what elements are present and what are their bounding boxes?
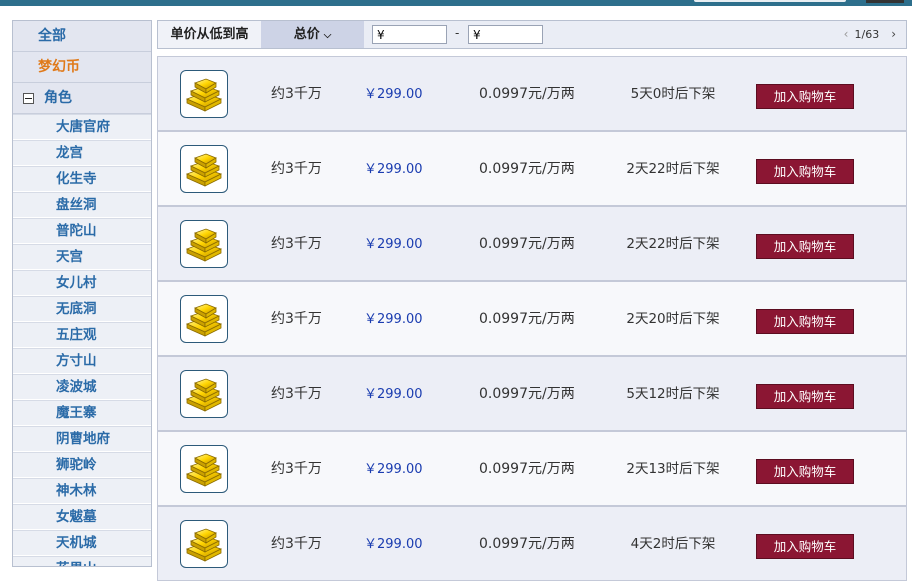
listing-price: ￥299.00	[364, 537, 423, 552]
listing-time-left: 5天0时后下架	[630, 86, 716, 102]
listing-row: 约3千万 ￥299.00 0.0997元/万两 2天22时后下架 加入购物车	[157, 206, 907, 281]
listing-quantity: 约3千万	[271, 386, 322, 402]
listing-price: ￥299.00	[364, 237, 423, 252]
sidebar-item-school[interactable]: 凌波城	[13, 374, 151, 400]
gold-bars-icon[interactable]	[180, 220, 228, 268]
listing-unit-price: 0.0997元/万两	[479, 461, 575, 477]
listing-price: ￥299.00	[364, 462, 423, 477]
listing-unit-price: 0.0997元/万两	[479, 536, 575, 552]
listing-list: 约3千万 ￥299.00 0.0997元/万两 5天0时后下架 加入购物车 约3千万 ￥29…	[157, 56, 907, 581]
listing-unit-price: 0.0997元/万两	[479, 236, 575, 252]
pager: ‹ 1/63 ›	[838, 21, 896, 48]
top-bar	[0, 0, 912, 6]
add-to-cart-button[interactable]: 加入购物车	[756, 84, 854, 109]
listing-unit-price: 0.0997元/万两	[479, 386, 575, 402]
listing-quantity: 约3千万	[271, 461, 322, 477]
sidebar-group-label: 角色	[44, 90, 72, 106]
listing-price: ￥299.00	[364, 162, 423, 177]
listing-quantity: 约3千万	[271, 311, 322, 327]
listing-time-left: 2天22时后下架	[626, 236, 720, 252]
listing-time-left: 2天22时后下架	[626, 161, 720, 177]
sidebar-item-school[interactable]: 花果山	[13, 556, 151, 566]
listing-quantity: 约3千万	[271, 236, 322, 252]
search-box[interactable]	[694, 0, 846, 2]
listing-row: 约3千万 ￥299.00 0.0997元/万两 2天13时后下架 加入购物车	[157, 431, 907, 506]
add-to-cart-button[interactable]: 加入购物车	[756, 159, 854, 184]
listing-row: 约3千万 ￥299.00 0.0997元/万两 2天22时后下架 加入购物车	[157, 131, 907, 206]
sidebar-item-school[interactable]: 魔王寨	[13, 400, 151, 426]
minus-icon[interactable]	[23, 92, 34, 104]
listing-time-left: 2天13时后下架	[626, 461, 720, 477]
gold-bars-icon[interactable]	[180, 520, 228, 568]
listing-quantity: 约3千万	[271, 536, 322, 552]
listing-time-left: 5天12时后下架	[626, 386, 720, 402]
sidebar-item-school[interactable]: 方寸山	[13, 348, 151, 374]
filter-bar: 单价从低到高 总价⌵ - ‹ 1/63 ›	[157, 20, 907, 49]
page-indicator: 1/63	[854, 28, 880, 41]
gold-bars-icon[interactable]	[180, 70, 228, 118]
gold-bars-icon[interactable]	[180, 370, 228, 418]
sort-unit-price-tab[interactable]: 单价从低到高	[158, 21, 261, 48]
sidebar-item-school[interactable]: 狮驼岭	[13, 452, 151, 478]
listing-row: 约3千万 ￥299.00 0.0997元/万两 4天2时后下架 加入购物车	[157, 506, 907, 581]
sidebar-item-school[interactable]: 神木林	[13, 478, 151, 504]
listing-quantity: 约3千万	[271, 161, 322, 177]
price-range-dash: -	[455, 26, 460, 40]
gold-bars-icon[interactable]	[180, 145, 228, 193]
sidebar-item-currency[interactable]: 梦幻币	[13, 52, 151, 83]
listing-unit-price: 0.0997元/万两	[479, 86, 575, 102]
listing-time-left: 2天20时后下架	[626, 311, 720, 327]
chevron-left-icon[interactable]: ‹	[844, 27, 849, 41]
listing-time-left: 4天2时后下架	[630, 536, 716, 552]
chevron-right-icon[interactable]: ›	[891, 27, 896, 41]
search-button[interactable]	[866, 0, 904, 3]
gold-bars-icon[interactable]	[180, 445, 228, 493]
gold-bars-icon[interactable]	[180, 295, 228, 343]
listing-row: 约3千万 ￥299.00 0.0997元/万两 5天0时后下架 加入购物车	[157, 56, 907, 131]
sidebar-item-school[interactable]: 普陀山	[13, 218, 151, 244]
listing-unit-price: 0.0997元/万两	[479, 161, 575, 177]
sidebar-item-school[interactable]: 女儿村	[13, 270, 151, 296]
add-to-cart-button[interactable]: 加入购物车	[756, 309, 854, 334]
sidebar-item-school[interactable]: 女魃墓	[13, 504, 151, 530]
listing-price: ￥299.00	[364, 387, 423, 402]
listing-unit-price: 0.0997元/万两	[479, 311, 575, 327]
sidebar-item-list: 大唐官府 龙宫 化生寺 盘丝洞 普陀山 天宫 女儿村 无底洞 五庄观 方寸山 凌波城 魔王寨 阴曹地府狮…	[13, 114, 151, 566]
sidebar-item-school[interactable]: 无底洞	[13, 296, 151, 322]
sidebar-item-school[interactable]: 天机城	[13, 530, 151, 556]
add-to-cart-button[interactable]: 加入购物车	[756, 459, 854, 484]
sidebar-item-school[interactable]: 龙宫	[13, 140, 151, 166]
sidebar-item-school[interactable]: 天宫	[13, 244, 151, 270]
listing-row: 约3千万 ￥299.00 0.0997元/万两 5天12时后下架 加入购物车	[157, 356, 907, 431]
sort-total-price-tab[interactable]: 总价 ⌵	[261, 21, 364, 48]
listing-row: 约3千万 ￥299.00 0.0997元/万两 2天20时后下架 加入购物车	[157, 281, 907, 356]
add-to-cart-button[interactable]: 加入购物车	[756, 234, 854, 259]
add-to-cart-button[interactable]: 加入购物车	[756, 384, 854, 409]
sidebar-item-school[interactable]: 盘丝洞	[13, 192, 151, 218]
sidebar-item-all[interactable]: 全部	[13, 21, 151, 52]
sidebar-item-school[interactable]: 阴曹地府	[13, 426, 151, 452]
sidebar-item-school[interactable]: 五庄观	[13, 322, 151, 348]
add-to-cart-button[interactable]: 加入购物车	[756, 534, 854, 559]
listing-price: ￥299.00	[364, 312, 423, 327]
listing-price: ￥299.00	[364, 87, 423, 102]
max-price-input[interactable]	[468, 25, 543, 44]
category-sidebar: 全部 梦幻币 角色 大唐官府 龙宫 化生寺 盘丝洞 普陀山 天宫 女儿村 无底洞 五庄观 方寸山凌…	[12, 20, 152, 567]
sidebar-item-school[interactable]: 化生寺	[13, 166, 151, 192]
sidebar-item-school[interactable]: 大唐官府	[13, 114, 151, 140]
sidebar-group-role[interactable]: 角色	[13, 83, 151, 114]
sort-total-label: 总价	[293, 27, 320, 42]
chevron-down-icon: ⌵	[323, 30, 332, 41]
min-price-input[interactable]	[372, 25, 447, 44]
listing-quantity: 约3千万	[271, 86, 322, 102]
